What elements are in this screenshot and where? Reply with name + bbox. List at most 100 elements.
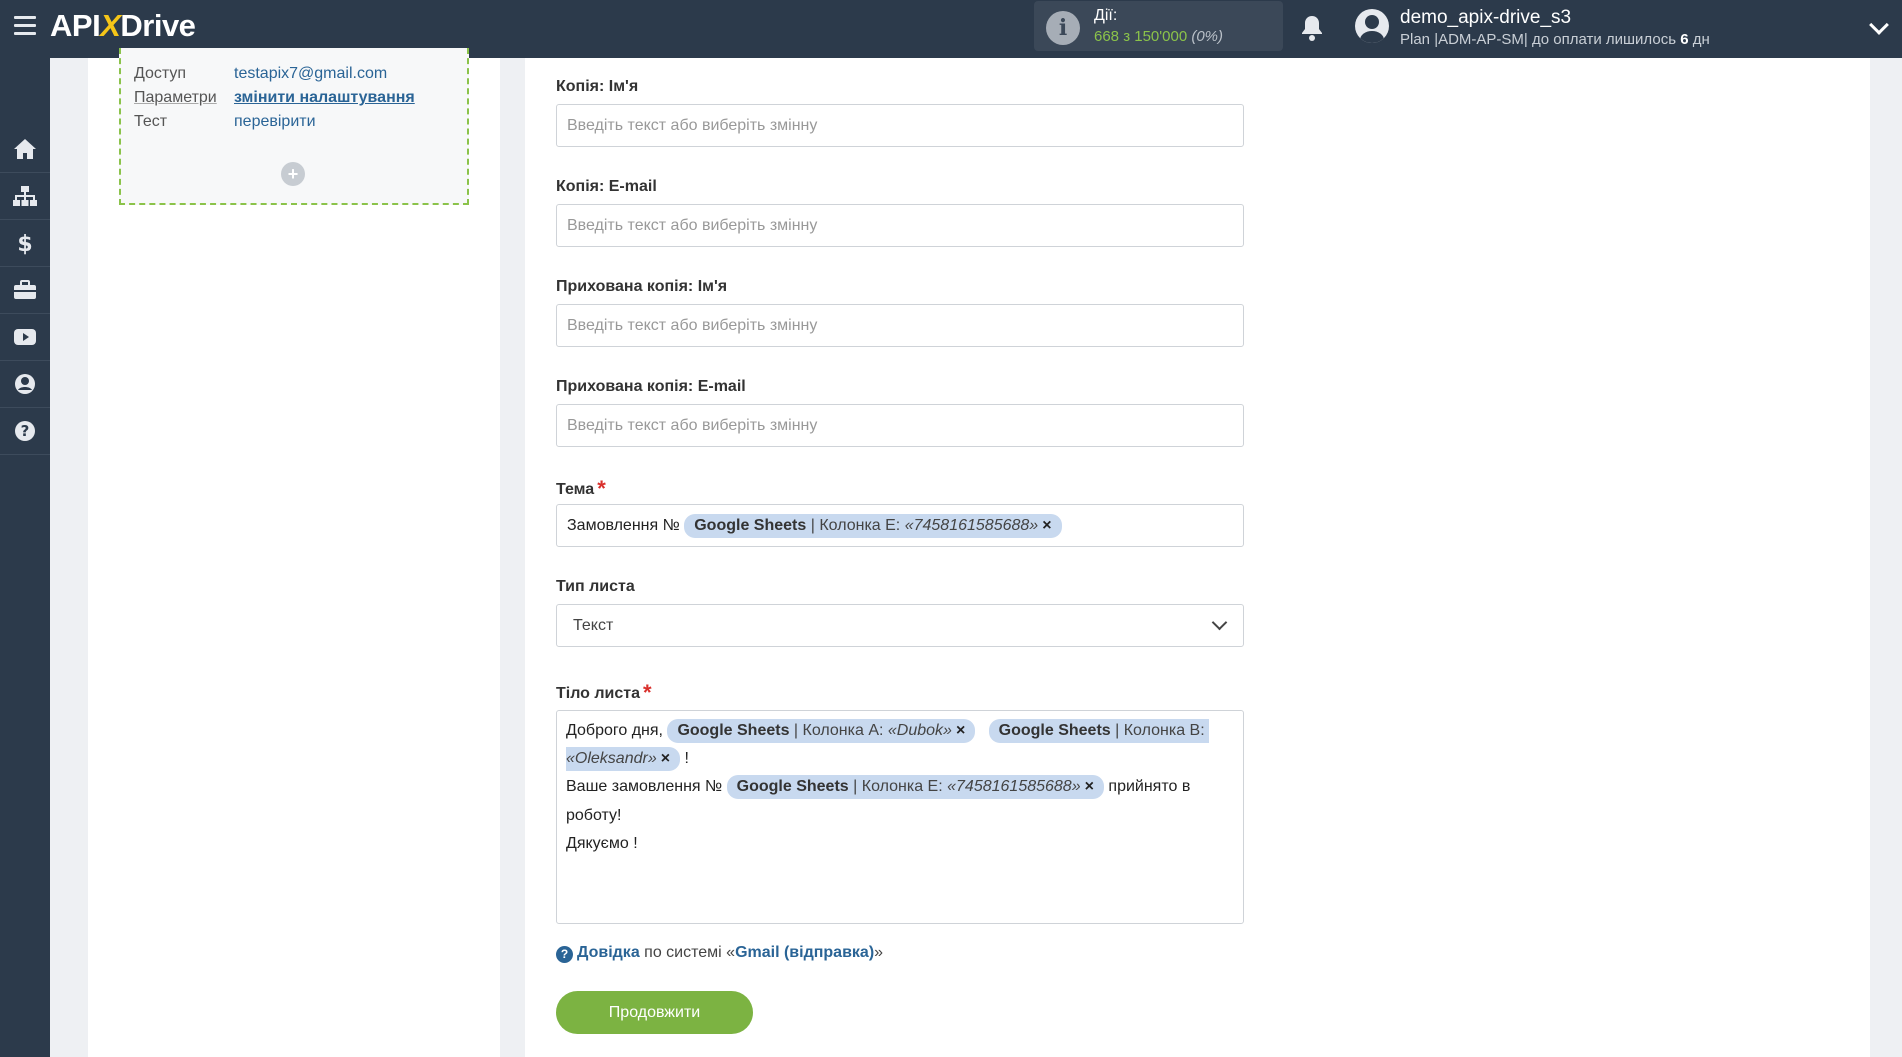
access-value: testapix7@gmail.com	[234, 65, 388, 82]
chip-detail: | Колонка A:	[793, 722, 884, 739]
test-key: Тест	[134, 113, 168, 130]
mail-body-label-text: Тіло листа	[556, 685, 641, 702]
body-text: Ваше замовлення №	[566, 778, 723, 796]
cc-email-input[interactable]: Введіть текст або виберіть змінну	[556, 204, 1244, 247]
mail-type-value: Текст	[573, 617, 614, 634]
plan-text: Plan |ADM-AP-SM| до оплати лишилось	[1400, 31, 1677, 48]
actions-percent: (0%)	[1191, 28, 1224, 45]
menu-icon[interactable]	[14, 16, 36, 35]
chip-close-icon[interactable]: ×	[956, 722, 965, 739]
sidebar: $ ?	[0, 58, 50, 1057]
chip-value: «Dubok»	[887, 722, 952, 739]
help-system-name: Gmail (відправка)	[735, 944, 875, 961]
chip-close-icon[interactable]: ×	[661, 750, 670, 767]
briefcase-icon	[14, 280, 36, 299]
body-line: роботу!	[566, 807, 622, 824]
bcc-email-label: Прихована копія: E-mail	[556, 378, 746, 395]
dollar-icon: $	[17, 232, 32, 255]
subject-label: Тема *	[556, 474, 606, 501]
required-mark: *	[597, 476, 606, 501]
logo-text-api: API	[50, 8, 101, 43]
chip-source: Google Sheets	[998, 722, 1111, 739]
sidebar-item-home[interactable]	[0, 126, 50, 173]
subject-input[interactable]: Замовлення № Google Sheets | Колонка E: …	[556, 504, 1244, 547]
sidebar-item-connections[interactable]	[0, 173, 50, 220]
logo-text-drive: Drive	[120, 8, 196, 43]
variable-chip[interactable]: Google Sheets | Колонка E: «745816158568…	[684, 513, 1062, 538]
field-settings-panel: Копія: Ім'я Введіть текст або виберіть з…	[525, 58, 1870, 1057]
bcc-email-input[interactable]: Введіть текст або виберіть змінну	[556, 404, 1244, 447]
mail-body-input[interactable]: Доброго дня, Google Sheets | Колонка A: …	[556, 710, 1244, 924]
sidebar-item-profile[interactable]	[0, 361, 50, 408]
sitemap-icon	[13, 186, 37, 206]
question-circle-icon: ?	[556, 946, 573, 963]
username[interactable]: demo_apix-drive_s3	[1400, 7, 1571, 29]
cc-name-input[interactable]: Введіть текст або виберіть змінну	[556, 104, 1244, 147]
plan-info: Plan |ADM-AP-SM| до оплати лишилось 6 дн	[1400, 31, 1710, 48]
subject-text: Замовлення №	[567, 517, 680, 534]
chip-close-icon[interactable]: ×	[1042, 517, 1051, 534]
info-icon: i	[1046, 11, 1080, 45]
variable-chip[interactable]: Google Sheets | Колонка B:	[988, 719, 1209, 743]
user-icon	[15, 374, 35, 394]
body-text: прийнято в	[1108, 778, 1191, 796]
access-key: Доступ	[134, 65, 187, 82]
bcc-name-input[interactable]: Введіть текст або виберіть змінну	[556, 304, 1244, 347]
actions-count: 668 з 150'000 (0%)	[1094, 28, 1223, 45]
sidebar-item-billing[interactable]: $	[0, 220, 50, 267]
chevron-down-icon	[1211, 614, 1228, 631]
logo-text-x: X	[100, 8, 121, 43]
body-line: «Oleksandr» × !	[566, 747, 689, 771]
variable-chip-continued[interactable]: «Oleksandr» ×	[566, 747, 681, 771]
body-text: !	[684, 750, 689, 768]
body-text: Доброго дня,	[566, 722, 663, 740]
required-mark: *	[643, 680, 652, 705]
plan-days: 6	[1680, 31, 1689, 48]
home-icon	[14, 139, 36, 159]
sidebar-item-help[interactable]: ?	[0, 408, 50, 455]
connection-summary-panel: Доступ testapix7@gmail.com Параметри змі…	[88, 48, 500, 1057]
svg-text:?: ?	[21, 422, 30, 440]
variable-chip[interactable]: Google Sheets | Колонка E: «745816158568…	[726, 775, 1104, 799]
svg-text:$: $	[17, 232, 32, 255]
chip-detail: | Колонка E:	[810, 516, 901, 534]
params-key: Параметри	[134, 89, 217, 106]
continue-button[interactable]: Продовжити	[556, 991, 753, 1034]
help-link[interactable]: ? Довідка по системі «Gmail (відправка)»	[556, 944, 883, 963]
avatar[interactable]	[1355, 9, 1389, 43]
actions-count-value: 668 з 150'000	[1094, 28, 1188, 45]
change-settings-link[interactable]: змінити налаштування	[234, 89, 415, 107]
add-step-button[interactable]: +	[281, 162, 305, 186]
body-line: Ваше замовлення № Google Sheets | Колонк…	[566, 775, 1190, 799]
mail-body-label: Тіло листа *	[556, 678, 652, 705]
help-link-bold: Довідка	[577, 944, 640, 961]
chip-detail: | Колонка B:	[1115, 722, 1205, 739]
chip-close-icon[interactable]: ×	[1085, 778, 1094, 795]
sidebar-item-tools[interactable]	[0, 267, 50, 314]
cc-name-label: Копія: Ім'я	[556, 78, 639, 95]
chip-source: Google Sheets	[736, 778, 849, 795]
plan-days-unit: дн	[1692, 31, 1710, 48]
chip-value: «7458161585688»	[904, 516, 1039, 534]
chip-source: Google Sheets	[694, 516, 807, 534]
chip-value: «7458161585688»	[947, 778, 1081, 795]
subject-label-text: Тема	[556, 481, 595, 498]
bcc-name-label: Прихована копія: Ім'я	[556, 278, 728, 295]
help-link-text: по системі «	[644, 944, 736, 961]
chevron-down-icon[interactable]	[1869, 15, 1889, 35]
help-icon: ?	[15, 421, 35, 441]
body-line: Дякуємо !	[566, 835, 638, 852]
chip-source: Google Sheets	[677, 722, 790, 739]
help-link-close: »	[874, 944, 884, 961]
body-line: Доброго дня, Google Sheets | Колонка A: …	[566, 719, 1209, 743]
mail-type-select[interactable]: Текст	[556, 604, 1244, 647]
variable-chip[interactable]: Google Sheets | Колонка A: «Dubok» ×	[667, 719, 976, 743]
chip-detail: | Колонка E:	[853, 778, 943, 795]
logo[interactable]: APIXDrive	[50, 8, 196, 44]
test-link[interactable]: перевірити	[234, 113, 316, 131]
actions-counter: i Дії: 668 з 150'000 (0%)	[1034, 1, 1283, 51]
cc-email-label: Копія: E-mail	[556, 178, 657, 195]
mail-type-label: Тип листа	[556, 578, 635, 595]
bell-icon[interactable]	[1300, 14, 1324, 42]
sidebar-item-video[interactable]	[0, 314, 50, 361]
